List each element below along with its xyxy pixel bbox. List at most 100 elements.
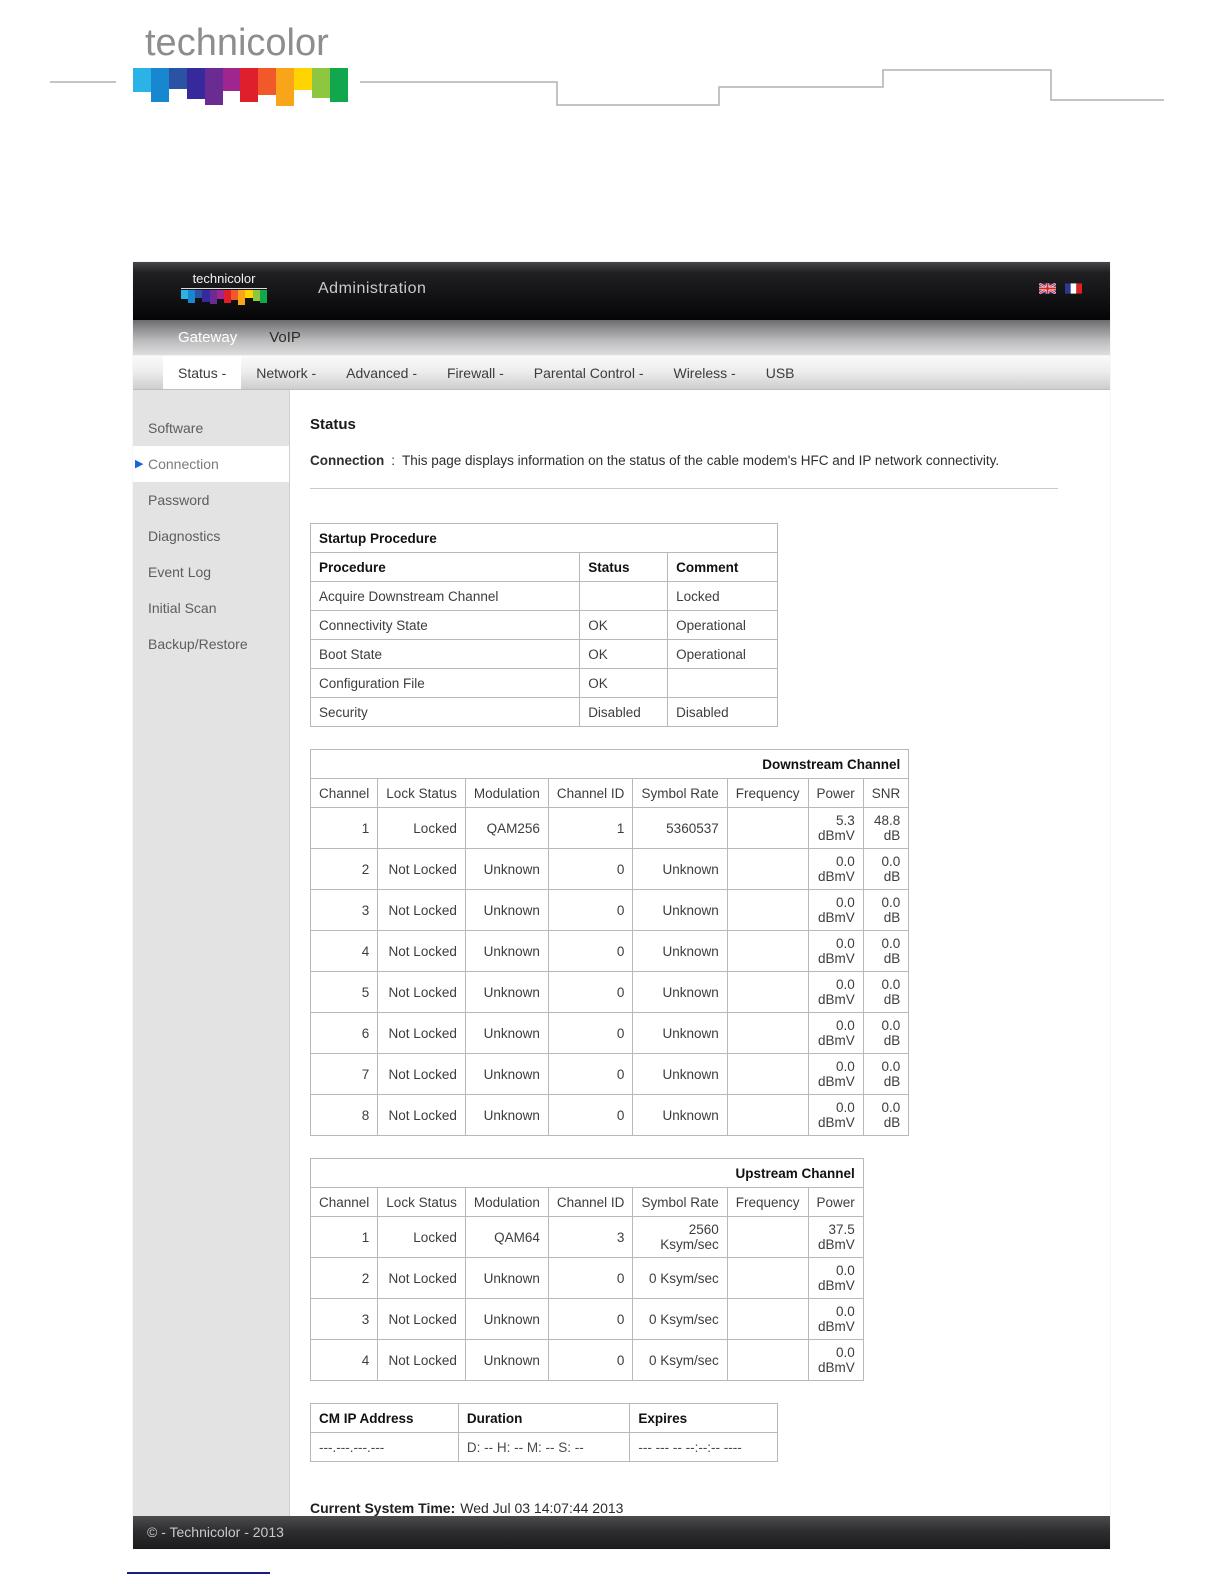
table-cell: 0.0 dB xyxy=(862,971,910,1013)
table-cell: --- --- -- --:--:-- ---- xyxy=(629,1432,778,1462)
rainbow-segment xyxy=(329,68,348,102)
table-cell: 0.0 dB xyxy=(862,1053,910,1095)
table-cell: Not Locked xyxy=(377,889,466,931)
sidebar-item-connection[interactable]: ▶ Connection xyxy=(133,446,289,482)
table-title: Startup Procedure xyxy=(310,523,778,553)
table-cell: 0 xyxy=(547,1094,634,1136)
table-cell: 37.5 dBmV xyxy=(807,1216,864,1258)
admin-window: technicolor Administration Gateway VoIP … xyxy=(133,262,1110,1549)
rainbow-segment xyxy=(240,68,259,102)
table-row: Acquire Downstream Channel Locked xyxy=(309,581,778,611)
sidebar-item-software[interactable]: Software xyxy=(133,410,289,446)
table-cell: Unknown xyxy=(632,930,728,972)
table-cell: 0.0 dB xyxy=(862,930,910,972)
column-header: Symbol Rate xyxy=(632,1187,728,1217)
table-cell: Unknown xyxy=(632,1094,728,1136)
table-cell: 0 xyxy=(547,1257,634,1299)
table-cell: 6 xyxy=(309,1012,379,1054)
table-cell: 2 xyxy=(309,848,379,890)
table-cell xyxy=(667,668,778,698)
table-cell xyxy=(726,971,809,1013)
table-cell xyxy=(726,1257,809,1299)
table-row: 3 Not Locked Unknown 0 0 Ksym/sec 0.0 dBmV xyxy=(309,1298,864,1340)
table-cell: Unknown xyxy=(632,971,728,1013)
table-cell: Disabled xyxy=(579,697,669,727)
column-header: Procedure xyxy=(309,552,581,582)
app-header: technicolor Administration xyxy=(133,262,1110,320)
table-cell: Connectivity State xyxy=(309,610,581,640)
column-header: CM IP Address xyxy=(310,1403,459,1433)
rainbow-segment xyxy=(209,290,217,304)
table-row: ---.---.---.--- D: -- H: -- M: -- S: -- --… xyxy=(310,1432,778,1462)
copyright-text: © - Technicolor - 2013 xyxy=(147,1524,284,1540)
technicolor-rainbow-bar xyxy=(133,68,348,108)
menu-item-wireless[interactable]: Wireless - xyxy=(658,356,750,389)
menu-item-firewall[interactable]: Firewall - xyxy=(432,356,519,389)
rainbow-segment xyxy=(223,290,232,303)
table-title: Downstream Channel xyxy=(309,749,910,779)
column-header: Lock Status xyxy=(377,778,466,808)
menu-item-parental-control[interactable]: Parental Control - xyxy=(519,356,659,389)
table-cell: 2 xyxy=(309,1257,379,1299)
sidebar: Software ▶ Connection Password Diagnosti… xyxy=(133,390,290,1516)
table-cell: 0 xyxy=(547,889,634,931)
column-header: Expires xyxy=(629,1403,778,1433)
cm-ip-address-table: CM IP Address Duration Expires ---.---.---.… xyxy=(310,1403,778,1462)
table-cell: 5 xyxy=(309,971,379,1013)
column-header: Power xyxy=(807,1187,864,1217)
menu-item-status[interactable]: Status - xyxy=(163,356,242,389)
table-row: 8 Not Locked Unknown 0 Unknown 0.0 dBmV 0.0 dB xyxy=(309,1094,910,1136)
table-row: 5 Not Locked Unknown 0 Unknown 0.0 dBmV 0.0 dB xyxy=(309,971,910,1013)
table-cell: Unknown xyxy=(464,930,549,972)
menu-item-advanced[interactable]: Advanced - xyxy=(331,356,432,389)
tab-gateway[interactable]: Gateway xyxy=(178,329,237,346)
table-row: 2 Not Locked Unknown 0 Unknown 0.0 dBmV 0.0 dB xyxy=(309,848,910,890)
table-cell xyxy=(726,1094,809,1136)
table-cell: Configuration File xyxy=(309,668,581,698)
table-cell: 2560 Ksym/sec xyxy=(632,1216,728,1258)
table-cell xyxy=(726,1216,809,1258)
column-header: Channel ID xyxy=(547,1187,634,1217)
table-cell: Not Locked xyxy=(377,1053,466,1095)
table-title-row: Startup Procedure xyxy=(310,523,778,553)
table-cell: 0.0 dBmV xyxy=(807,1339,864,1381)
table-row: 2 Not Locked Unknown 0 0 Ksym/sec 0.0 dBmV xyxy=(309,1257,864,1299)
table-cell: 0.0 dBmV xyxy=(807,848,864,890)
sidebar-item-password[interactable]: Password xyxy=(133,482,289,518)
table-cell: Unknown xyxy=(464,1012,549,1054)
table-cell: Operational xyxy=(667,610,778,640)
table-cell: 0 xyxy=(547,1012,634,1054)
page-title: Status xyxy=(310,416,356,433)
description-separator: : xyxy=(391,453,396,468)
sidebar-item-label: Connection xyxy=(148,456,219,472)
table-cell: 4 xyxy=(309,930,379,972)
table-cell: Unknown xyxy=(464,1339,549,1381)
menu-item-network[interactable]: Network - xyxy=(241,356,331,389)
table-cell: Unknown xyxy=(632,1053,728,1095)
sidebar-item-backup-restore[interactable]: Backup/Restore xyxy=(133,626,289,662)
sidebar-item-initial-scan[interactable]: Initial Scan xyxy=(133,590,289,626)
table-cell: 0 xyxy=(547,848,634,890)
rainbow-segment xyxy=(204,68,223,105)
table-cell: Unknown xyxy=(464,971,549,1013)
sidebar-item-diagnostics[interactable]: Diagnostics xyxy=(133,518,289,554)
table-row: 1 Locked QAM256 1 5360537 5.3 dBmV 48.8 dB xyxy=(309,807,910,849)
column-header: Channel xyxy=(309,1187,379,1217)
rainbow-segment xyxy=(181,290,189,299)
rainbow-segment xyxy=(133,68,151,92)
current-system-time: Current System Time: Wed Jul 03 14:07:44 … xyxy=(310,1500,1110,1516)
table-cell: 7 xyxy=(309,1053,379,1095)
table-cell: QAM64 xyxy=(464,1216,549,1258)
table-header-row: Procedure Status Comment xyxy=(309,552,778,582)
sidebar-item-event-log[interactable]: Event Log xyxy=(133,554,289,590)
menu-item-usb[interactable]: USB xyxy=(751,356,810,389)
table-cell: Unknown xyxy=(464,1094,549,1136)
rainbow-segment xyxy=(186,68,205,99)
column-header: Modulation xyxy=(464,778,549,808)
uk-flag-icon[interactable] xyxy=(1039,283,1056,294)
france-flag-icon[interactable] xyxy=(1065,283,1082,294)
column-header: Status xyxy=(579,552,669,582)
tab-voip[interactable]: VoIP xyxy=(269,329,301,346)
table-cell: Disabled xyxy=(667,697,778,727)
system-time-label: Current System Time: xyxy=(310,1500,456,1516)
